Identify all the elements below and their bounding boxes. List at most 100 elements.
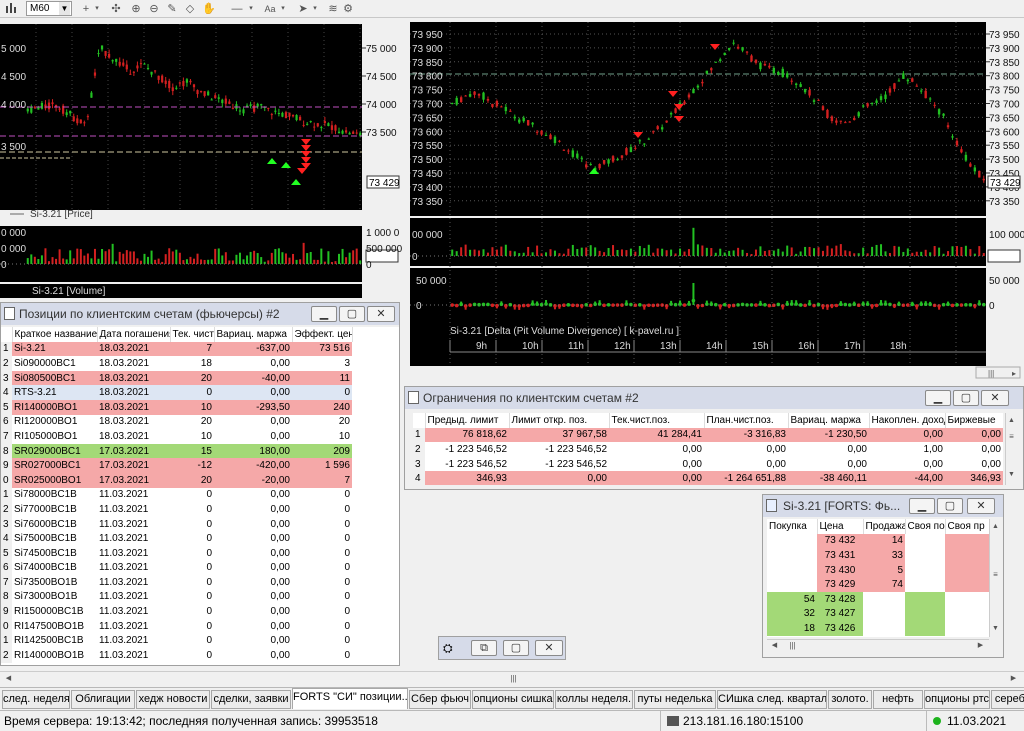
limit-value-cell[interactable]: -1 223 546,52 [425, 456, 509, 472]
variation-margin-cell[interactable]: 0,00 [214, 531, 292, 546]
expiry-date-cell[interactable]: 17.03.2021 [97, 443, 170, 459]
maximize-button[interactable]: ▢ [339, 306, 365, 322]
timeframe-select[interactable]: M60 ▼ [26, 1, 72, 16]
limit-value-cell[interactable]: 41 284,41 [609, 427, 704, 443]
instrument-name-cell[interactable]: RI140000BO1B [12, 648, 97, 663]
variation-margin-cell[interactable]: 0,00 [214, 589, 292, 605]
table-row[interactable]: 0 SR025000BO1 17.03.2021 20 -20,00 7 [1, 472, 399, 488]
net-position-cell[interactable]: 0 [170, 502, 214, 517]
net-position-cell[interactable]: 7 [170, 341, 214, 357]
expiry-date-cell[interactable]: 11.03.2021 [97, 648, 170, 663]
net-position-cell[interactable]: 0 [170, 545, 214, 561]
net-position-cell[interactable]: 0 [170, 516, 214, 532]
orderbook-row[interactable]: 73 430 5 [767, 562, 989, 578]
effective-price-cell[interactable]: 0 [292, 575, 352, 590]
price-cell[interactable]: 73 429 [817, 577, 863, 592]
row-number[interactable]: 0 [1, 618, 12, 634]
limit-value-cell[interactable]: -1 264 651,88 [704, 471, 788, 485]
bid-volume-cell[interactable] [767, 577, 817, 592]
table-row[interactable]: 3 Si76000BC1B 11.03.2021 0 0,00 0 [1, 516, 399, 532]
orderbook-row[interactable]: 18 73 426 [767, 621, 989, 636]
row-number[interactable]: 7 [1, 429, 12, 444]
own-ask-cell[interactable] [945, 577, 989, 592]
own-ask-cell[interactable] [945, 606, 989, 622]
instrument-name-cell[interactable]: RI105000BO1 [12, 429, 97, 444]
effective-price-cell[interactable]: 20 [292, 414, 352, 430]
effective-price-cell[interactable]: 0 [292, 385, 352, 400]
variation-margin-cell[interactable]: -40,00 [214, 370, 292, 386]
move-icon[interactable]: ✣ [110, 2, 122, 16]
row-number[interactable]: 1 [1, 487, 12, 503]
limits-titlebar[interactable]: Ограничения по клиентским счетам #2 ▁ ▢ … [405, 387, 1023, 409]
scroll-up-icon[interactable]: ▲ [1006, 415, 1017, 426]
row-number[interactable]: 5 [1, 399, 12, 415]
table-row[interactable]: 1 76 818,62 37 967,58 41 284,41 -3 316,83 -1 … [413, 427, 1003, 443]
variation-margin-cell[interactable]: 0,00 [214, 487, 292, 503]
row-number[interactable]: 0 [1, 472, 12, 488]
column-header[interactable]: Биржевые [945, 413, 1003, 428]
column-header[interactable]: Покупка [767, 519, 818, 534]
limit-value-cell[interactable]: 346,93 [945, 471, 1003, 485]
variation-margin-cell[interactable]: 180,00 [214, 443, 292, 459]
row-number[interactable]: 2 [1, 356, 12, 371]
price-cell[interactable]: 73 432 [817, 533, 863, 549]
orderbook-row[interactable]: 73 431 33 [767, 548, 989, 563]
close-button[interactable]: ✕ [367, 306, 395, 322]
variation-margin-cell[interactable]: 0,00 [214, 516, 292, 532]
workspace-tab[interactable]: серебро [991, 690, 1024, 709]
scroll-down-icon[interactable]: ▼ [990, 623, 1001, 634]
arrow-tool-icon[interactable]: ➤ [296, 2, 310, 16]
effective-price-cell[interactable]: 1 596 [292, 458, 352, 473]
instrument-name-cell[interactable]: SR029000BC1 [12, 443, 97, 459]
instrument-name-cell[interactable]: Si-3.21 [12, 341, 97, 357]
table-row[interactable]: 8 SR029000BC1 17.03.2021 15 180,00 209 [1, 443, 399, 459]
instrument-name-cell[interactable]: Si75000BC1B [12, 531, 97, 546]
row-number[interactable]: 3 [1, 516, 12, 532]
instrument-name-cell[interactable]: Si76000BC1B [12, 516, 97, 532]
workspace-tab[interactable]: СИшка след. квартал [717, 690, 827, 709]
effective-price-cell[interactable]: 0 [292, 560, 352, 576]
effective-price-cell[interactable]: 0 [292, 516, 352, 532]
own-ask-cell[interactable] [945, 591, 989, 607]
chevron-down-icon[interactable]: ▾ [93, 2, 101, 16]
scroll-grip-icon[interactable]: ||| [508, 673, 519, 684]
limit-value-cell[interactable]: -1 223 546,52 [509, 442, 609, 457]
price-cell[interactable]: 73 430 [817, 562, 863, 578]
horizontal-scrollbar[interactable]: ◀ ||| ▶ [767, 639, 989, 651]
effective-price-cell[interactable]: 240 [292, 399, 352, 415]
expiry-date-cell[interactable]: 11.03.2021 [97, 604, 170, 619]
table-row[interactable]: 2 -1 223 546,52 -1 223 546,52 0,00 0,00 0,00 1… [413, 442, 1003, 457]
instrument-name-cell[interactable]: RI150000BC1B [12, 604, 97, 619]
expiry-date-cell[interactable]: 11.03.2021 [97, 560, 170, 576]
table-row[interactable]: 5 RI140000BO1 18.03.2021 10 -293,50 240 [1, 399, 399, 415]
bid-volume-cell[interactable] [767, 533, 817, 549]
expiry-date-cell[interactable]: 18.03.2021 [97, 341, 170, 357]
effective-price-cell[interactable]: 0 [292, 633, 352, 649]
right-price-chart[interactable]: 73 950 73 950 73 900 73 900 73 850 73 850 73 8… [404, 18, 1024, 380]
limit-value-cell[interactable]: 0,00 [788, 442, 869, 457]
expiry-date-cell[interactable]: 11.03.2021 [97, 545, 170, 561]
ask-volume-cell[interactable]: 74 [863, 577, 905, 592]
ask-volume-cell[interactable]: 33 [863, 548, 905, 563]
scroll-right-icon[interactable]: ▶ [1008, 673, 1019, 684]
instrument-name-cell[interactable]: Si080500BC1 [12, 370, 97, 386]
workspace-scrollbar[interactable]: ◀ ||| ▶ [0, 671, 1024, 685]
effective-price-cell[interactable]: 11 [292, 370, 352, 386]
restore-button[interactable]: ⧉ [471, 640, 497, 656]
variation-margin-cell[interactable]: 0,00 [214, 618, 292, 634]
workspace-tab[interactable]: опционы ртс [924, 690, 990, 709]
net-position-cell[interactable]: 20 [170, 370, 214, 386]
limit-value-cell[interactable]: -1 223 546,52 [425, 442, 509, 457]
expiry-date-cell[interactable]: 18.03.2021 [97, 399, 170, 415]
own-ask-cell[interactable] [945, 562, 989, 578]
scroll-left-icon[interactable]: ◀ [3, 673, 14, 684]
row-number[interactable]: 2 [1, 502, 12, 517]
table-row[interactable]: 7 RI105000BO1 18.03.2021 10 0,00 10 [1, 429, 399, 444]
workspace-tab[interactable]: путы неделька [634, 690, 716, 709]
limit-value-cell[interactable]: 0,00 [609, 471, 704, 485]
net-position-cell[interactable]: 18 [170, 356, 214, 371]
column-header[interactable]: Эффект. цен [292, 327, 353, 342]
variation-margin-cell[interactable]: 0,00 [214, 545, 292, 561]
row-number[interactable]: 4 [413, 471, 425, 485]
expiry-date-cell[interactable]: 18.03.2021 [97, 356, 170, 371]
